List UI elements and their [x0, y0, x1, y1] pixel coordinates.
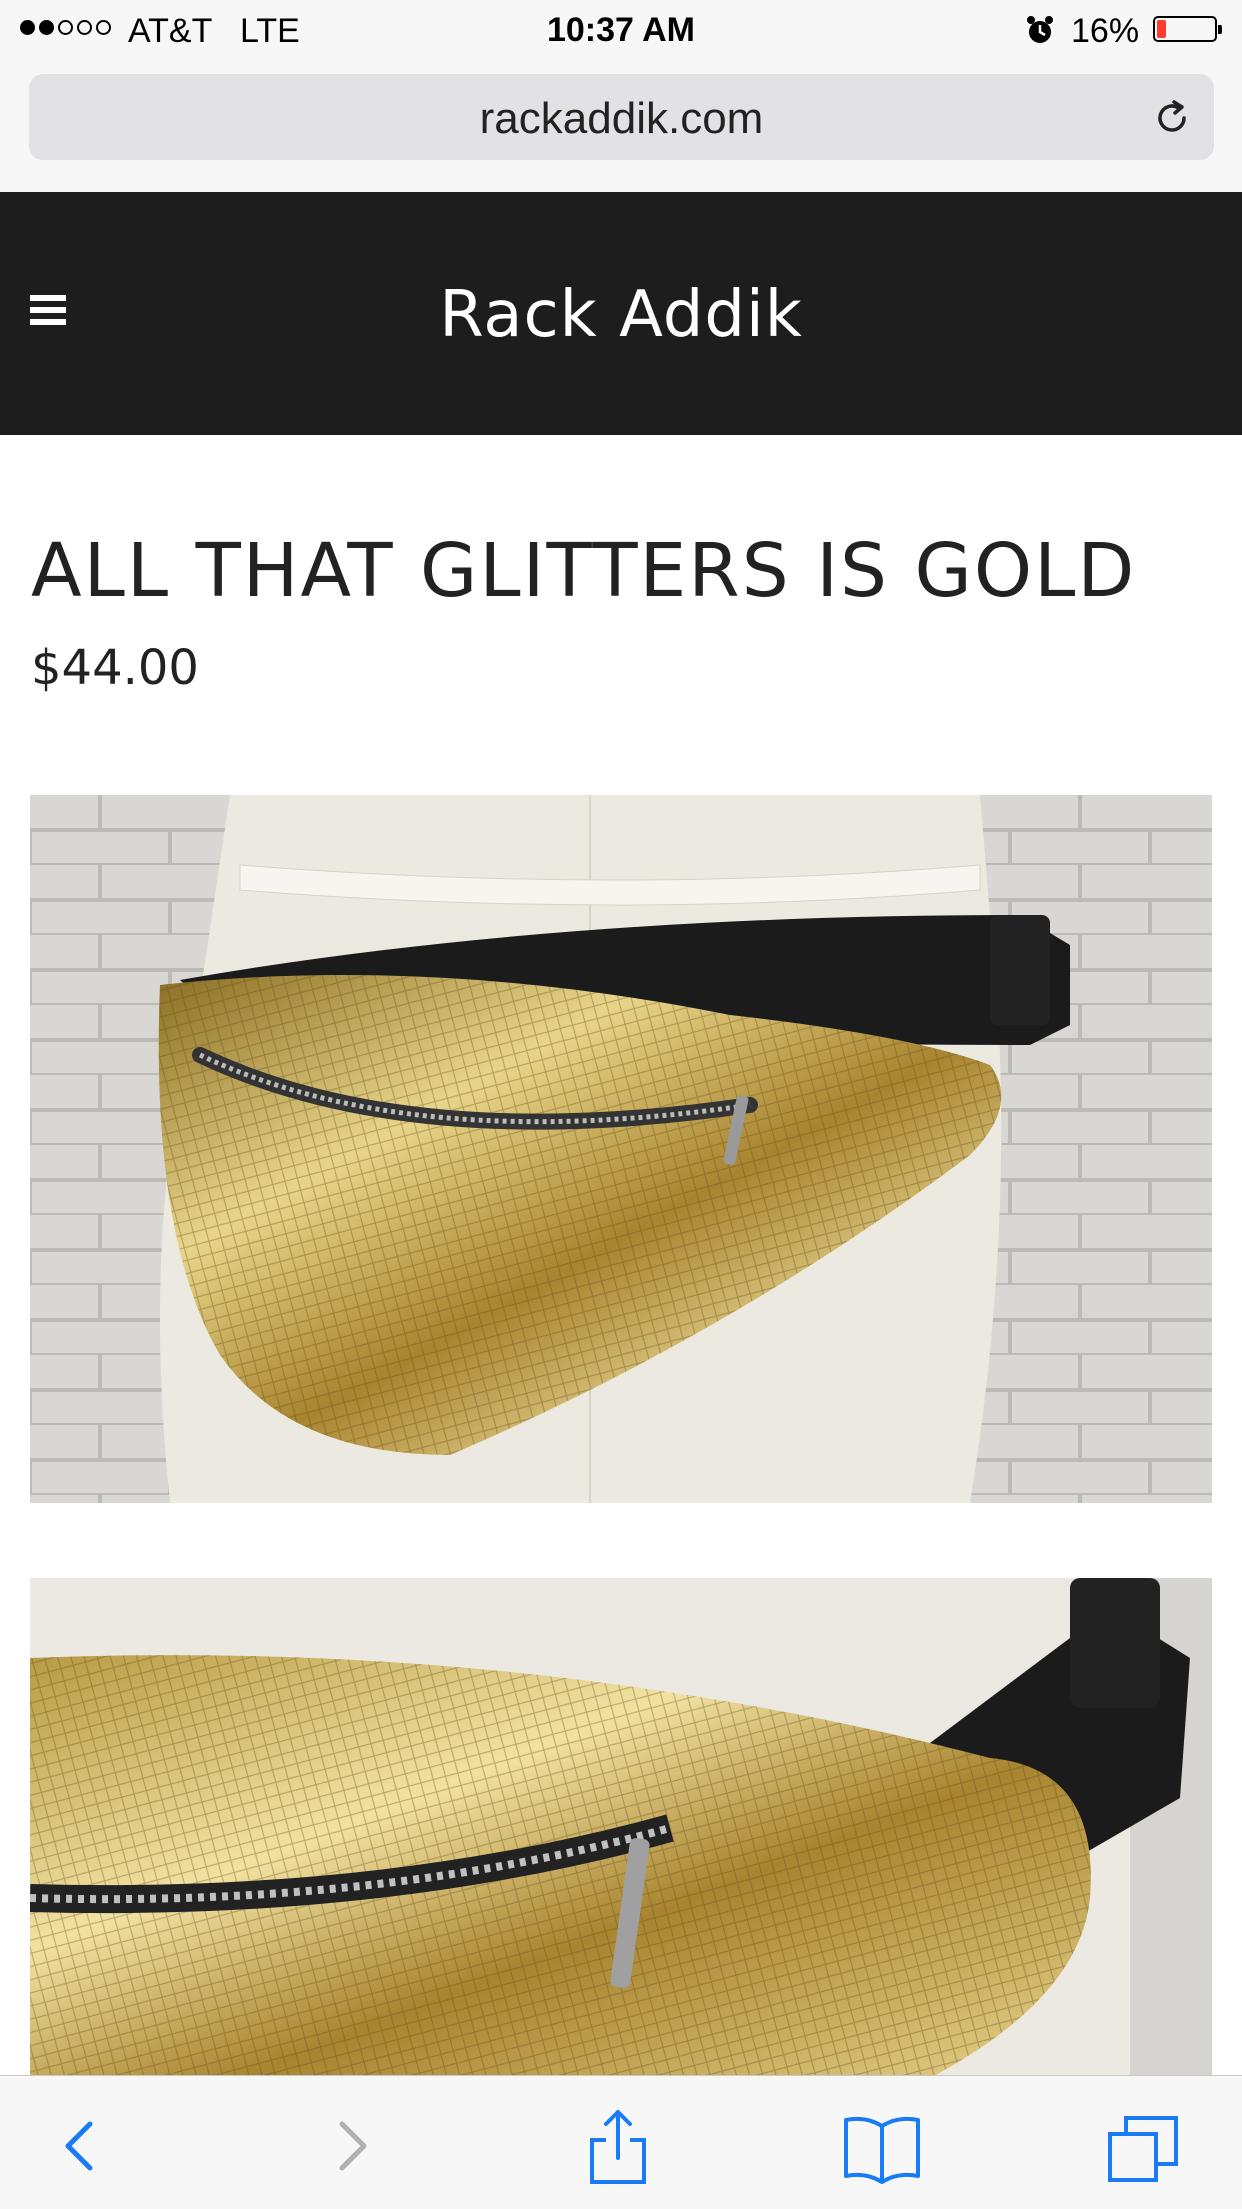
chevron-right-icon[interactable] — [312, 2106, 392, 2186]
product-price: $44.00 — [31, 640, 199, 696]
alarm-icon — [1027, 16, 1053, 43]
address-bar[interactable]: rackaddik.com — [29, 74, 1214, 160]
share-icon[interactable] — [578, 2106, 658, 2186]
browser-toolbar — [0, 2075, 1242, 2209]
site-header: Rack Addik — [0, 192, 1242, 435]
site-title[interactable]: Rack Addik — [0, 278, 1242, 352]
product-image[interactable] — [30, 1578, 1212, 2078]
battery-icon — [1153, 16, 1222, 42]
battery-percentage: 16% — [1071, 12, 1140, 50]
status-bar: AT&T LTE 10:37 AM 16% — [0, 0, 1242, 62]
reload-icon[interactable] — [1150, 96, 1194, 140]
product-title: ALL THAT GLITTERS IS GOLD — [31, 528, 1137, 614]
url-text: rackaddik.com — [479, 94, 764, 143]
chevron-left-icon[interactable] — [38, 2106, 118, 2186]
product-image[interactable] — [30, 795, 1212, 1503]
tabs-icon[interactable] — [1104, 2106, 1184, 2186]
book-icon[interactable] — [842, 2106, 922, 2186]
browser-address-area: rackaddik.com — [0, 62, 1242, 192]
